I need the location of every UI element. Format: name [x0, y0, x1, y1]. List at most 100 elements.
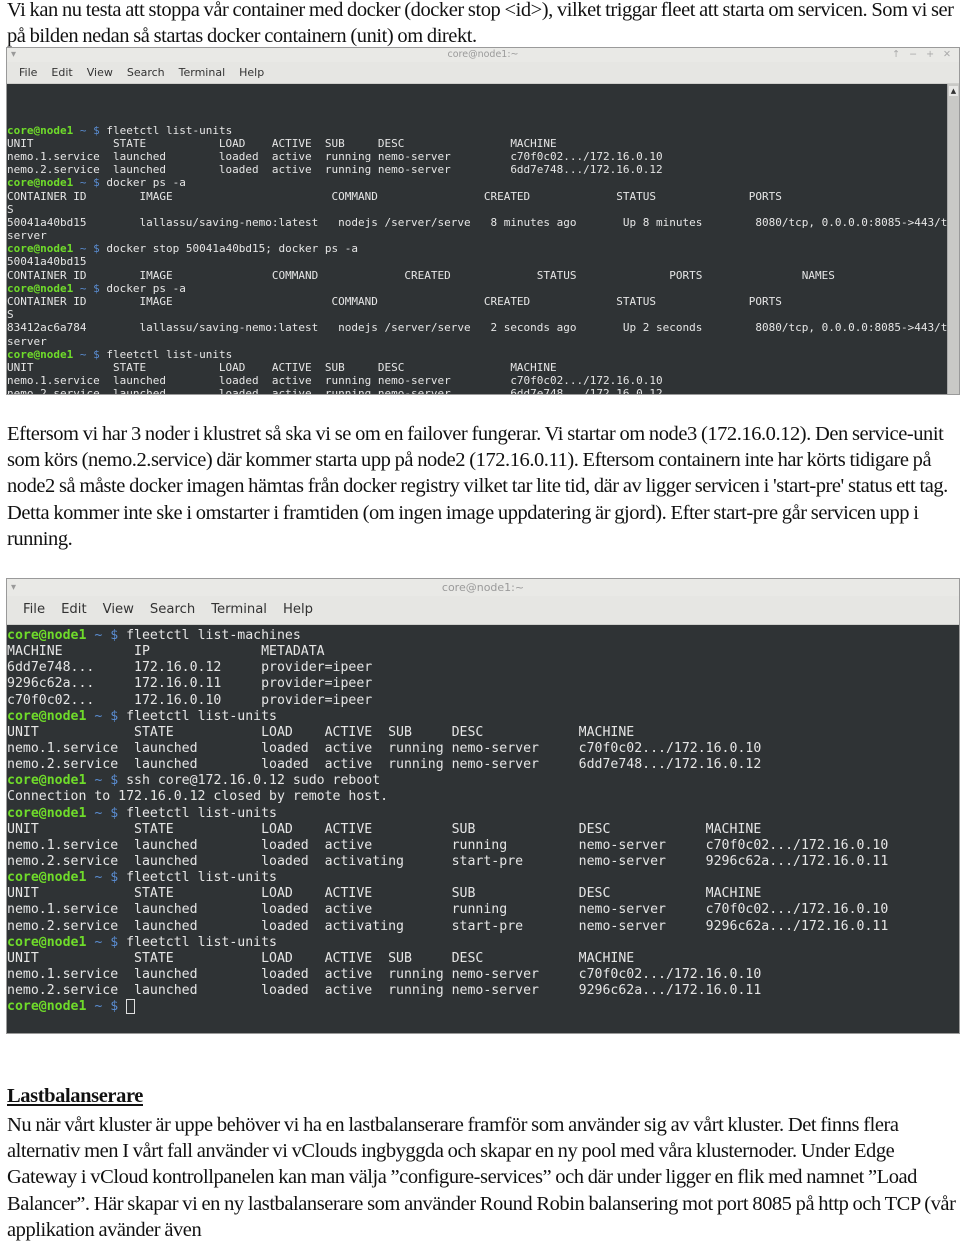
- menu-view[interactable]: View: [87, 62, 113, 83]
- prompt-symbol: ~ $: [73, 123, 107, 137]
- terminal-output[interactable]: core@node1 ~ $ fleetctl list-machines MAC…: [7, 625, 959, 1033]
- scrollbar[interactable]: ▲: [947, 84, 959, 394]
- terminal-prompt-line: core@node1 ~ $ fleetctl list-machines: [7, 628, 959, 644]
- menu-help[interactable]: Help: [239, 62, 264, 83]
- prompt-user: core@node1: [7, 242, 74, 256]
- title-bar[interactable]: ▾ core@node1:~ ↑ − + ✕: [7, 48, 959, 62]
- maximize-icon[interactable]: +: [926, 48, 934, 62]
- prompt-user: core@node1: [7, 870, 87, 886]
- prompt-user: core@node1: [7, 347, 74, 361]
- terminal-output-line: CONTAINER ID IMAGE COMMAND CREATED STATU…: [7, 268, 835, 282]
- prompt-user: core@node1: [7, 176, 74, 190]
- terminal-output-line: nemo.1.service launched loaded active ru…: [7, 374, 663, 388]
- menu-file[interactable]: File: [23, 596, 45, 624]
- terminal-output-line: UNIT STATE LOAD ACTIVE SUB DESC MACHINE: [7, 821, 762, 837]
- terminal-prompt-line: core@node1 ~ $ fleetctl list-units: [7, 348, 959, 361]
- prompt-symbol: ~ $: [73, 281, 107, 295]
- terminal-prompt-line: core@node1 ~ $ docker stop 50041a40bd15;…: [7, 242, 959, 255]
- keep-above-icon[interactable]: ↑: [892, 48, 900, 62]
- terminal-output-line: nemo.2.service launched loaded active ru…: [7, 757, 762, 773]
- terminal-output-line: 50041a40bd15: [7, 255, 87, 269]
- terminal-output-line: S: [7, 308, 14, 322]
- terminal-output-line: nemo.2.service launched loaded activatin…: [7, 918, 889, 934]
- terminal-output-line: nemo.1.service launched loaded active ru…: [7, 902, 889, 918]
- command-text: fleetctl list-units: [106, 123, 233, 137]
- menu-search[interactable]: Search: [150, 596, 195, 624]
- menu-terminal[interactable]: Terminal: [211, 596, 267, 624]
- terminal-prompt-line: core@node1 ~ $: [7, 999, 959, 1015]
- prompt-symbol: ~ $: [86, 805, 127, 821]
- terminal-prompt-line: core@node1 ~ $ fleetctl list-units: [7, 709, 959, 725]
- terminal-output-line: server: [7, 334, 47, 348]
- terminal-output[interactable]: ▲ core@node1 ~ $ fleetctl list-units UNIT…: [7, 84, 959, 394]
- terminal-output-line: CONTAINER ID IMAGE COMMAND CREATED STATU…: [7, 189, 959, 203]
- prompt-user: core@node1: [7, 934, 87, 950]
- prompt-symbol: ~ $: [86, 708, 127, 724]
- terminal-output-line: 83412ac6a784 lallassu/saving-nemo:latest…: [7, 321, 959, 335]
- menu-bar: File Edit View Search Terminal Help: [7, 62, 959, 84]
- terminal-prompt-line: core@node1 ~ $ docker ps -a: [7, 282, 959, 295]
- terminal-output-line: c70f0c02... 172.16.0.10 provider=ipeer: [7, 692, 373, 708]
- prompt-user: core@node1: [7, 805, 87, 821]
- menu-help[interactable]: Help: [283, 596, 313, 624]
- terminal-output-line: nemo.1.service launched loaded active ru…: [7, 149, 663, 163]
- section-heading: Lastbalanserare: [7, 1085, 143, 1107]
- terminal-output-line: CONTAINER ID IMAGE COMMAND CREATED STATU…: [7, 295, 959, 309]
- menu-bar: File Edit View Search Terminal Help: [7, 596, 959, 625]
- terminal-output-line: MACHINE IP METADATA: [7, 644, 325, 660]
- prompt-user: core@node1: [7, 281, 74, 295]
- terminal-output-line: UNIT STATE LOAD ACTIVE SUB DESC MACHINE: [7, 360, 557, 374]
- scroll-up-icon[interactable]: ▲: [949, 86, 958, 96]
- command-text: fleetctl list-units: [126, 708, 277, 724]
- close-icon[interactable]: ✕: [943, 48, 951, 62]
- command-text: fleetctl list-units: [106, 347, 233, 361]
- failover-paragraph: Eftersom vi har 3 noder i klustret så sk…: [7, 423, 948, 550]
- command-text: docker ps -a: [106, 176, 186, 190]
- prompt-symbol: ~ $: [86, 628, 127, 643]
- prompt-user: core@node1: [7, 708, 87, 724]
- window-controls: ↑ − + ✕: [892, 48, 951, 62]
- command-text: docker ps -a: [106, 281, 186, 295]
- menu-view[interactable]: View: [103, 596, 134, 624]
- terminal-output-line: nemo.2.service launched loaded active ru…: [7, 983, 762, 999]
- prompt-user: core@node1: [7, 123, 74, 137]
- prompt-symbol: ~ $: [86, 773, 127, 789]
- terminal-output-line: nemo.2.service launched loaded activatin…: [7, 853, 889, 869]
- prompt-user: core@node1: [7, 999, 87, 1015]
- prompt-user: core@node1: [7, 628, 87, 643]
- terminal-prompt-line: core@node1 ~ $ fleetctl list-units: [7, 935, 959, 951]
- minimize-icon[interactable]: −: [909, 48, 917, 62]
- terminal-window-2[interactable]: ▾ core@node1:~ File Edit View Search Ter…: [6, 578, 960, 1034]
- terminal-output-line: Connection to 172.16.0.12 closed by remo…: [7, 789, 389, 805]
- terminal-output-line: server: [7, 229, 47, 243]
- prompt-symbol: ~ $: [86, 870, 127, 886]
- terminal-window-1[interactable]: ▾ core@node1:~ ↑ − + ✕ File Edit View Se…: [6, 47, 960, 395]
- command-text: fleetctl list-machines: [126, 628, 301, 643]
- terminal-prompt-line: core@node1 ~ $ fleetctl list-units: [7, 124, 959, 137]
- terminal-prompt-line: core@node1 ~ $ ssh core@172.16.0.12 sudo…: [7, 773, 959, 789]
- menu-terminal[interactable]: Terminal: [179, 62, 226, 83]
- loadbalancer-paragraph: Nu när vårt kluster är uppe behöver vi h…: [7, 1114, 956, 1241]
- terminal-output-line: 6dd7e748... 172.16.0.12 provider=ipeer: [7, 660, 373, 676]
- menu-edit[interactable]: Edit: [51, 62, 72, 83]
- menu-search[interactable]: Search: [127, 62, 165, 83]
- command-text: docker stop 50041a40bd15; docker ps -a: [106, 242, 359, 256]
- command-text: fleetctl list-units: [126, 805, 277, 821]
- prompt-symbol: ~ $: [73, 176, 107, 190]
- prompt-symbol: ~ $: [86, 999, 127, 1015]
- title-bar[interactable]: ▾ core@node1:~: [7, 579, 959, 596]
- menu-edit[interactable]: Edit: [61, 596, 87, 624]
- window-title: core@node1:~: [441, 581, 525, 594]
- terminal-prompt-line: core@node1 ~ $ docker ps -a: [7, 176, 959, 189]
- terminal-output-line: UNIT STATE LOAD ACTIVE SUB DESC MACHINE: [7, 724, 635, 740]
- terminal-prompt-line: core@node1 ~ $ fleetctl list-units: [7, 870, 959, 886]
- terminal-output-line: UNIT STATE LOAD ACTIVE SUB DESC MACHINE: [7, 136, 557, 150]
- terminal-output-line: UNIT STATE LOAD ACTIVE SUB DESC MACHINE: [7, 950, 635, 966]
- text-cursor: [126, 999, 136, 1015]
- menu-file[interactable]: File: [19, 62, 37, 83]
- command-text: ssh core@172.16.0.12 sudo reboot: [126, 773, 381, 789]
- prompt-user: core@node1: [7, 773, 87, 789]
- terminal-output-line: UNIT STATE LOAD ACTIVE SUB DESC MACHINE: [7, 886, 762, 902]
- intro-paragraph: Vi kan nu testa att stoppa vår container…: [7, 0, 954, 48]
- terminal-output-line: S: [7, 202, 14, 216]
